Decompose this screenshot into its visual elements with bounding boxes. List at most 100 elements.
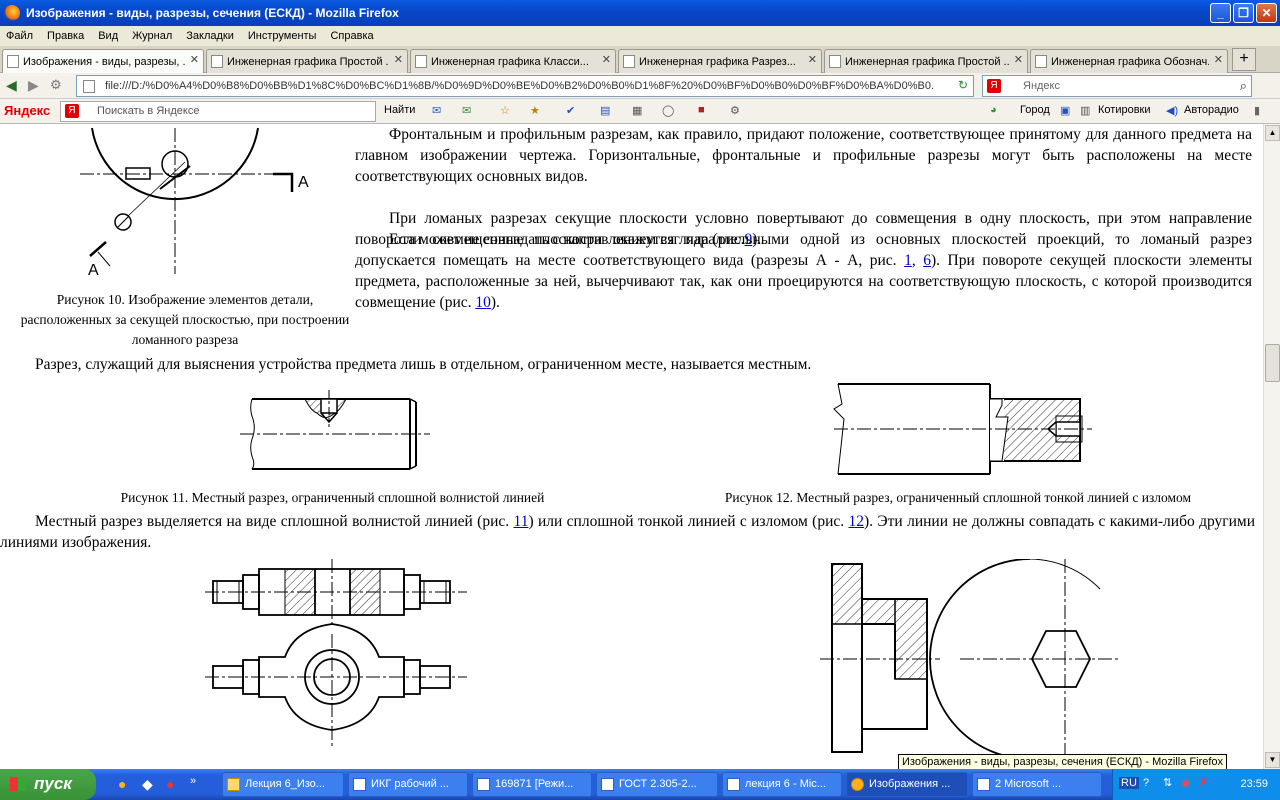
mail-icon[interactable]: ✉ — [432, 104, 441, 117]
taskbar-item[interactable]: ИКГ рабочий ... — [348, 772, 468, 797]
url-text: file:///D:/%D0%A4%D0%B8%D0%BB%D1%8C%D0%B… — [105, 80, 934, 92]
taskbar-item[interactable]: 2 Microsoft ... — [972, 772, 1102, 797]
search-icon[interactable]: ⌕ — [1240, 76, 1247, 96]
quotes-button[interactable]: Котировки — [1098, 104, 1151, 116]
navigation-bar: ◀ ▶ ⚙ file:///D:/%D0%A4%D0%B8%D0%BB%D1%8… — [0, 73, 1280, 99]
tab-close-icon[interactable]: ✕ — [1014, 53, 1023, 66]
star-icon[interactable]: ★ — [530, 104, 540, 117]
forward-icon[interactable]: ▶ — [28, 77, 39, 94]
book-icon[interactable]: ■ — [698, 104, 705, 116]
tab-close-icon[interactable]: ✕ — [394, 53, 403, 66]
language-indicator[interactable]: RU — [1119, 777, 1139, 789]
vertical-scrollbar[interactable]: ▲ ▼ — [1263, 124, 1280, 769]
link-fig-1[interactable]: 1 — [904, 252, 912, 269]
page-icon — [829, 55, 841, 68]
tab-4[interactable]: Инженерная графика Разрез... ✕ — [618, 49, 822, 73]
help-icon[interactable]: ? — [1143, 777, 1149, 789]
scroll-down-icon[interactable]: ▼ — [1265, 752, 1280, 768]
network-icon[interactable]: ⇅ — [1163, 776, 1172, 789]
speaker-icon[interactable]: ◀) — [1166, 104, 1178, 117]
maximize-button[interactable]: ❐ — [1233, 3, 1254, 23]
antivirus-icon[interactable]: ◉ — [1181, 776, 1191, 789]
taskbar-item[interactable]: лекция 6 - Mic... — [722, 772, 842, 797]
part-drawing-left — [205, 559, 467, 749]
taskbar-item[interactable]: ГОСТ 2.305-2... — [596, 772, 718, 797]
radio-button[interactable]: Авторадио — [1184, 104, 1239, 116]
link-fig-6[interactable]: 6 — [923, 252, 931, 269]
start-button[interactable]: пуск — [0, 769, 96, 800]
taskbar-item[interactable]: 169871 [Режи... — [472, 772, 592, 797]
city-button[interactable]: Город — [1020, 104, 1050, 116]
yandex-icon: Я — [65, 104, 79, 118]
tab-close-icon[interactable]: ✕ — [190, 53, 199, 66]
figure-12-caption: Рисунок 12. Местный разрез, ограниченный… — [724, 490, 1192, 505]
menu-file[interactable]: Файл — [6, 30, 33, 42]
history-icon[interactable]: ⚙ — [50, 77, 62, 93]
scroll-up-icon[interactable]: ▲ — [1265, 125, 1280, 141]
warning-icon[interactable]: ✗ — [1199, 776, 1208, 789]
window-title: Изображения - виды, разрезы, сечения (ЕС… — [26, 6, 399, 20]
menu-tools[interactable]: Инструменты — [248, 30, 317, 42]
page-icon — [623, 55, 635, 68]
figure-10-caption: Рисунок 10. Изображение элементов детали… — [20, 292, 350, 347]
expand-icon[interactable]: » — [190, 775, 196, 787]
find-button[interactable]: Найти — [384, 104, 415, 116]
taskbar-item[interactable]: Лекция 6_Изо... — [222, 772, 344, 797]
system-tray: RU ? ⇅ ◉ ✗ 23:59 — [1112, 769, 1280, 800]
firefox-icon[interactable]: ● — [118, 776, 126, 792]
reload-icon[interactable]: ↻ — [958, 78, 968, 92]
link-fig-12[interactable]: 12 — [849, 513, 865, 530]
quotes-icon[interactable]: ▥ — [1080, 104, 1090, 117]
tab-1[interactable]: Изображения - виды, разрезы, ... ✕ — [2, 49, 204, 73]
url-bar[interactable]: file:///D:/%D0%A4%D0%B8%D0%BB%D1%8C%D0%B… — [76, 75, 974, 97]
weather-icon[interactable]: ◕ — [990, 104, 997, 116]
section-label-a: А — [298, 174, 309, 191]
page-icon — [415, 55, 427, 68]
back-icon[interactable]: ◀ — [6, 77, 17, 94]
tab-close-icon[interactable]: ✕ — [1214, 53, 1223, 66]
clock: 23:59 — [1240, 778, 1268, 790]
tab-bar: Изображения - виды, разрезы, ... ✕ Инжене… — [0, 46, 1280, 73]
opera-icon[interactable]: ● — [166, 776, 174, 792]
menu-view[interactable]: Вид — [98, 30, 118, 42]
chart-icon[interactable]: ▣ — [1060, 104, 1070, 117]
part-drawing-right — [820, 559, 1118, 764]
tab-5[interactable]: Инженерная графика Простой ... ✕ — [824, 49, 1028, 73]
scroll-thumb[interactable] — [1265, 344, 1280, 382]
spellcheck-icon[interactable]: ✔ — [566, 104, 575, 117]
translate-icon[interactable]: ▤ — [600, 104, 610, 117]
yandex-search-input[interactable]: Я Поискать в Яндексе — [60, 101, 376, 122]
yandex-logo[interactable]: Яндекс — [4, 103, 50, 118]
link-fig-10[interactable]: 10 — [475, 294, 491, 311]
tab-3[interactable]: Инженерная графика Класси... ✕ — [410, 49, 616, 73]
mail-button-icon[interactable]: ✉ — [462, 104, 471, 117]
close-button[interactable]: ✕ — [1256, 3, 1277, 23]
settings-icon[interactable]: ⚙ — [730, 104, 740, 117]
link-fig-11[interactable]: 11 — [514, 513, 529, 530]
figure-10-drawing — [80, 127, 294, 274]
tab-2[interactable]: Инженерная графика Простой ... ✕ — [206, 49, 408, 73]
new-tab-button[interactable]: + — [1232, 48, 1256, 71]
page-icon — [211, 55, 223, 68]
tab-6[interactable]: Инженерная графика Обознач... ✕ — [1030, 49, 1228, 73]
title-bar: Изображения - виды, разрезы, сечения (ЕС… — [0, 0, 1280, 26]
page-icon — [83, 80, 95, 93]
menu-help[interactable]: Справка — [330, 30, 373, 42]
bookmarks-icon[interactable]: ☆ — [500, 104, 510, 117]
menu-edit[interactable]: Правка — [47, 30, 84, 42]
minimize-button[interactable]: _ — [1210, 3, 1231, 23]
quicklaunch-icon[interactable]: ◆ — [142, 776, 153, 793]
tab-close-icon[interactable]: ✕ — [808, 53, 817, 66]
tab-close-icon[interactable]: ✕ — [602, 53, 611, 66]
web-search-input[interactable]: Я Яндекс ⌕ — [982, 75, 1252, 97]
yandex-toolbar: Яндекс Я Поискать в Яндексе Найти ✉ ✉ ☆ … — [0, 99, 1280, 124]
page-icon — [7, 55, 19, 68]
windows-logo-icon — [10, 777, 26, 791]
menu-history[interactable]: Журнал — [132, 30, 172, 42]
window-icon[interactable]: ▦ — [632, 104, 642, 117]
paragraph-1: Фронтальным и профильным разрезам, как п… — [355, 126, 1252, 185]
chat-icon[interactable]: ◯ — [662, 104, 674, 117]
signal-icon: ▮ — [1254, 105, 1261, 117]
taskbar-item-active[interactable]: Изображения ... — [846, 772, 968, 797]
menu-bookmarks[interactable]: Закладки — [186, 30, 234, 42]
